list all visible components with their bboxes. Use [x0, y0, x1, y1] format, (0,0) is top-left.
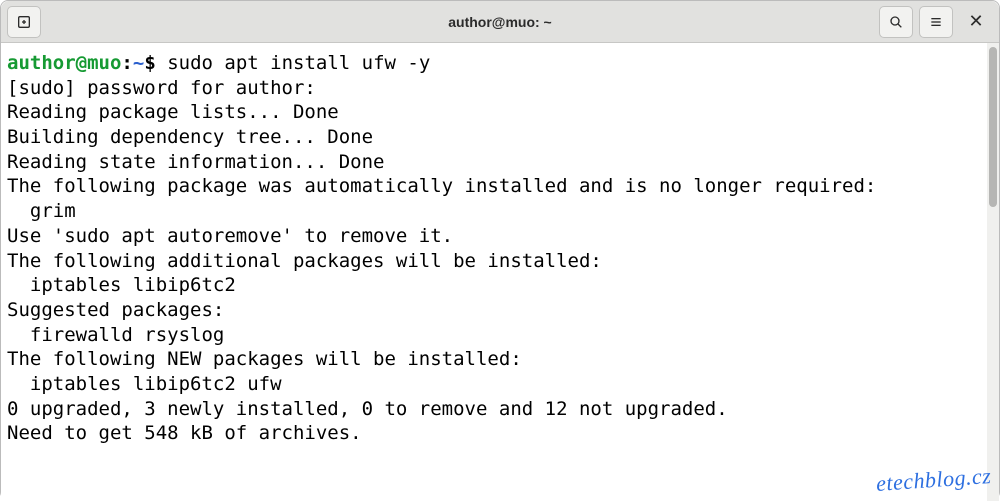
scrollbar[interactable] — [987, 43, 999, 501]
output-line: Suggested packages: — [7, 299, 224, 321]
output-line: iptables libip6tc2 ufw — [7, 373, 282, 395]
command-text: sudo apt install ufw -y — [167, 52, 430, 74]
close-icon: ✕ — [968, 11, 983, 32]
output-line: Reading package lists... Done — [7, 101, 339, 123]
new-tab-icon — [16, 14, 32, 30]
output-line: The following package was automatically … — [7, 175, 876, 197]
prompt-host: muo — [87, 52, 121, 74]
output-line: Use 'sudo apt autoremove' to remove it. — [7, 225, 453, 247]
output-line: Building dependency tree... Done — [7, 126, 373, 148]
output-line: Reading state information... Done — [7, 151, 385, 173]
prompt-colon: : — [121, 52, 132, 74]
window-title: author@muo: ~ — [1, 14, 999, 30]
terminal[interactable]: author@muo:~$ sudo apt install ufw -y [s… — [1, 43, 987, 501]
output-line: [sudo] password for author: — [7, 77, 316, 99]
output-line: iptables libip6tc2 — [7, 274, 236, 296]
prompt-path: ~ — [133, 52, 144, 74]
prompt-at: @ — [76, 52, 87, 74]
scrollbar-thumb[interactable] — [989, 47, 997, 207]
output-line: firewalld rsyslog — [7, 324, 224, 346]
output-line: The following NEW packages will be insta… — [7, 348, 522, 370]
prompt-user: author — [7, 52, 76, 74]
terminal-area: author@muo:~$ sudo apt install ufw -y [s… — [1, 43, 999, 501]
search-button[interactable] — [879, 6, 913, 38]
menu-button[interactable] — [919, 6, 953, 38]
output-line: The following additional packages will b… — [7, 250, 602, 272]
output-line: Need to get 548 kB of archives. — [7, 422, 362, 444]
output-line: grim — [7, 200, 76, 222]
prompt-symbol: $ — [144, 52, 167, 74]
titlebar: author@muo: ~ ✕ — [1, 1, 999, 43]
search-icon — [888, 14, 904, 30]
hamburger-icon — [928, 14, 944, 30]
close-button[interactable]: ✕ — [959, 6, 993, 38]
new-tab-button[interactable] — [7, 6, 41, 38]
output-line: 0 upgraded, 3 newly installed, 0 to remo… — [7, 398, 728, 420]
